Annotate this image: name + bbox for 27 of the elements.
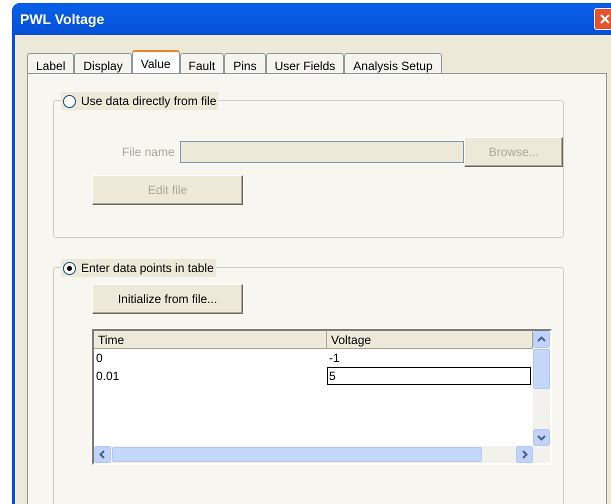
- scroll-thumb[interactable]: [112, 447, 482, 462]
- window-title: PWL Voltage: [20, 10, 104, 29]
- close-icon: [599, 13, 611, 25]
- scroll-thumb[interactable]: [533, 349, 550, 389]
- initialize-button[interactable]: Initialize from file...: [92, 284, 243, 314]
- file-name-label: File name: [120, 144, 176, 161]
- tab[interactable]: Fault: [180, 53, 224, 73]
- horizontal-scrollbar[interactable]: [94, 446, 550, 463]
- tab[interactable]: Label: [27, 53, 74, 73]
- scroll-up-icon[interactable]: [533, 331, 550, 348]
- table-cell-text: 0.01: [95, 368, 120, 385]
- scroll-left-icon[interactable]: [94, 446, 111, 463]
- tab[interactable]: Analysis Setup: [344, 53, 442, 73]
- radio-button[interactable]: [63, 262, 76, 274]
- column-header[interactable]: Time: [94, 331, 327, 348]
- tab[interactable]: Display: [74, 53, 132, 73]
- tab[interactable]: User Fields: [266, 53, 344, 73]
- tab[interactable]: Value: [132, 50, 180, 73]
- radio-button[interactable]: [63, 94, 76, 108]
- close-button[interactable]: [594, 8, 611, 30]
- scroll-right-icon[interactable]: [516, 446, 533, 463]
- table-cell-text: -1: [328, 350, 341, 367]
- vertical-scrollbar[interactable]: [533, 331, 550, 446]
- cell-input-field[interactable]: 5: [327, 367, 531, 385]
- table-cell-text: 0: [95, 350, 104, 367]
- scroll-down-icon[interactable]: [533, 429, 550, 446]
- tab[interactable]: Pins: [224, 53, 266, 73]
